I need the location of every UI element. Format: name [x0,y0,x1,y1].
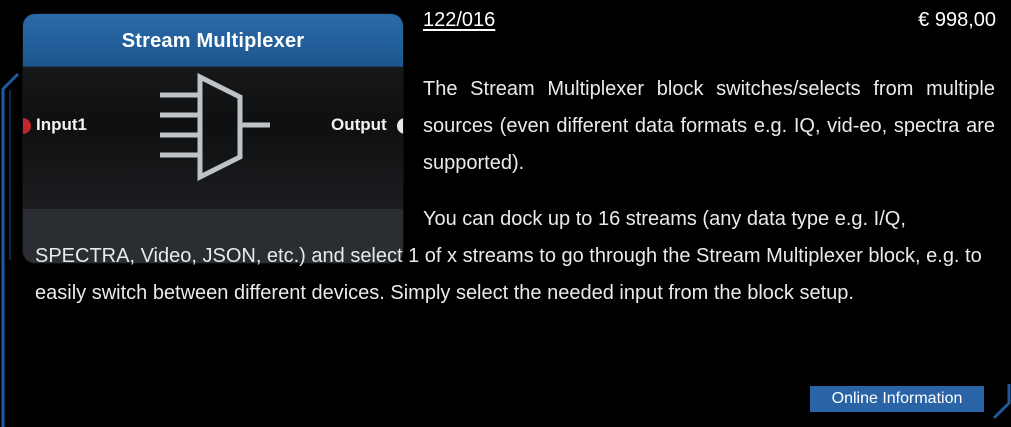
description-paragraph-1: The Stream Multiplexer block switches/se… [423,78,995,174]
online-information-button[interactable]: Online Information [810,386,984,412]
node-header: Stream Multiplexer [23,14,403,67]
price: € 998,00 [918,9,996,31]
description-paragraph-2-rest: SPECTRA, Video, JSON, etc.) and select 1… [35,245,982,304]
description-paragraph-2-start: You can dock up to 16 streams (any data … [423,208,906,230]
part-number-link[interactable]: 122/016 [423,9,495,32]
description-paragraph-2: You can dock up to 16 streams (any data … [35,201,995,312]
node-title: Stream Multiplexer [121,29,305,52]
input-port-label: Input1 [36,115,87,134]
multiplexer-icon [160,73,270,181]
output-port-label: Output [331,115,387,134]
